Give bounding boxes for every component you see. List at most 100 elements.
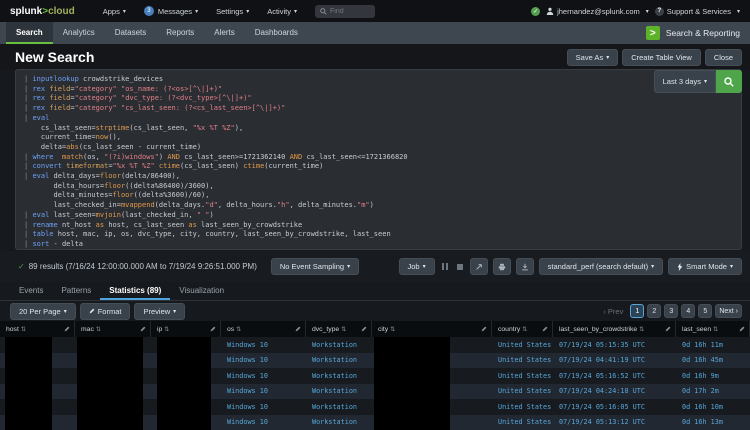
- cell-last_seen[interactable]: 0d 16h 11m: [676, 337, 750, 353]
- preview-button[interactable]: Preview ▾: [134, 303, 185, 320]
- sort-icon: ⇅: [21, 327, 26, 333]
- appbar-tab-dashboards[interactable]: Dashboards: [245, 22, 308, 44]
- cell-country[interactable]: United States: [492, 384, 553, 400]
- results-tab-patterns[interactable]: Patterns: [52, 282, 100, 300]
- query-token: rex: [32, 85, 45, 93]
- search-query-editor[interactable]: | inputlookup crowdstrike_devices| rex f…: [15, 69, 742, 250]
- find-input[interactable]: [330, 8, 370, 15]
- results-tab-events[interactable]: Events: [10, 282, 52, 300]
- per-page-button[interactable]: 20 Per Page ▾: [10, 303, 76, 320]
- export-download-icon: [521, 263, 529, 271]
- cell-last_seen_by_crowdstrike[interactable]: 07/19/24 05:13:12 UTC: [553, 415, 676, 430]
- export-job-button[interactable]: [516, 258, 534, 275]
- cell-dvc_type[interactable]: Workstation: [306, 368, 372, 384]
- nav-settings-menu[interactable]: Settings ▾: [216, 7, 249, 16]
- column-label: mac⇅: [81, 326, 101, 333]
- cell-country[interactable]: United States: [492, 368, 553, 384]
- caret-down-icon: ▾: [704, 78, 707, 85]
- cell-dvc_type[interactable]: Workstation: [306, 353, 372, 369]
- print-job-button[interactable]: [493, 258, 511, 275]
- cell-last_seen_by_crowdstrike[interactable]: 07/19/24 04:24:18 UTC: [553, 384, 676, 400]
- page-button-5[interactable]: 5: [698, 304, 712, 318]
- column-header-last_seen[interactable]: last_seen⇅: [676, 321, 750, 337]
- query-token: field: [49, 94, 70, 102]
- results-tab-statistics-89[interactable]: Statistics (89): [100, 282, 170, 300]
- cell-country[interactable]: United States: [492, 337, 553, 353]
- pause-job-button[interactable]: [442, 263, 448, 270]
- column-header-ip[interactable]: ip⇅: [151, 321, 221, 337]
- cell-last_seen_by_crowdstrike[interactable]: 07/19/24 05:15:35 UTC: [553, 337, 676, 353]
- query-token: convert: [32, 162, 62, 170]
- column-header-city[interactable]: city⇅: [372, 321, 492, 337]
- prev-page-button[interactable]: ‹ Prev: [603, 307, 623, 316]
- column-header-host[interactable]: host⇅: [0, 321, 75, 337]
- next-page-button[interactable]: Next ›: [715, 304, 742, 318]
- page-button-3[interactable]: 3: [664, 304, 678, 318]
- stop-job-button[interactable]: [457, 264, 463, 270]
- cell-dvc_type[interactable]: Workstation: [306, 384, 372, 400]
- appbar-tab-search[interactable]: Search: [6, 22, 53, 44]
- cell-last_seen[interactable]: 0d 16h 45m: [676, 353, 750, 369]
- cell-country[interactable]: United States: [492, 399, 553, 415]
- format-button[interactable]: Format: [80, 303, 131, 320]
- smart-mode-button[interactable]: Smart Mode ▾: [668, 258, 742, 275]
- appbar-tab-analytics[interactable]: Analytics: [53, 22, 105, 44]
- cell-dvc_type[interactable]: Workstation: [306, 399, 372, 415]
- query-line-11: | eval delta_days=floor(delta/86400),: [24, 172, 741, 182]
- cell-os[interactable]: Windows 10: [221, 353, 306, 369]
- column-header-dvc_type[interactable]: dvc_type⇅: [306, 321, 372, 337]
- page-button-1[interactable]: 1: [630, 304, 644, 318]
- cell-last_seen[interactable]: 0d 17h 2m: [676, 384, 750, 400]
- query-token: last_checked_in=: [24, 201, 121, 209]
- page-button-4[interactable]: 4: [681, 304, 695, 318]
- time-range-button[interactable]: Last 3 days ▾: [654, 70, 716, 93]
- query-token: host, mac, ip, os, dvc_type, city, count…: [54, 230, 391, 238]
- cell-last_seen[interactable]: 0d 16h 9m: [676, 368, 750, 384]
- cell-last_seen[interactable]: 0d 16h 13m: [676, 415, 750, 430]
- query-line-5: | eval: [24, 114, 741, 124]
- create-table-view-button[interactable]: Create Table View: [622, 49, 701, 66]
- cell-dvc_type[interactable]: Workstation: [306, 337, 372, 353]
- query-token: last_seen=: [49, 211, 95, 219]
- cell-os[interactable]: Windows 10: [221, 399, 306, 415]
- cell-os[interactable]: Windows 10: [221, 337, 306, 353]
- find-search-box[interactable]: [315, 5, 375, 18]
- pencil-icon: [140, 326, 146, 332]
- nav-apps-menu[interactable]: Apps ▾: [103, 7, 126, 16]
- cell-dvc_type[interactable]: Workstation: [306, 415, 372, 430]
- query-token: ctime: [243, 162, 264, 170]
- cell-os[interactable]: Windows 10: [221, 384, 306, 400]
- appbar-tab-reports[interactable]: Reports: [156, 22, 204, 44]
- cell-last_seen[interactable]: 0d 16h 10m: [676, 399, 750, 415]
- cell-last_seen_by_crowdstrike[interactable]: 07/19/24 05:16:05 UTC: [553, 399, 676, 415]
- pencil-icon: [64, 326, 70, 332]
- column-header-last_seen_by_crowdstrike[interactable]: last_seen_by_crowdstrike⇅: [553, 321, 676, 337]
- cell-last_seen_by_crowdstrike[interactable]: 07/19/24 04:41:19 UTC: [553, 353, 676, 369]
- nav-messages-menu[interactable]: 3 Messages ▾: [144, 6, 198, 16]
- results-tab-visualization[interactable]: Visualization: [170, 282, 233, 300]
- save-as-button[interactable]: Save As ▾: [567, 49, 619, 66]
- page-button-2[interactable]: 2: [647, 304, 661, 318]
- cell-os[interactable]: Windows 10: [221, 415, 306, 430]
- job-menu-button[interactable]: Job ▾: [399, 258, 435, 275]
- support-menu[interactable]: ? Support & Services ▾: [655, 7, 740, 16]
- event-sampling-button[interactable]: No Event Sampling ▾: [271, 258, 359, 275]
- appbar-tab-datasets[interactable]: Datasets: [105, 22, 157, 44]
- cell-country[interactable]: United States: [492, 415, 553, 430]
- cell-country[interactable]: United States: [492, 353, 553, 369]
- share-job-button[interactable]: [470, 258, 488, 275]
- nav-activity-menu[interactable]: Activity ▾: [267, 7, 297, 16]
- splunk-cloud-logo[interactable]: splunk>cloud: [10, 6, 75, 17]
- health-status-icon[interactable]: ✓: [531, 7, 540, 16]
- query-token: "(?i)windows": [104, 153, 159, 161]
- column-header-mac[interactable]: mac⇅: [75, 321, 151, 337]
- search-mode-config-button[interactable]: standard_perf (search default) ▾: [539, 258, 664, 275]
- run-search-button[interactable]: [716, 70, 742, 93]
- close-button[interactable]: Close: [705, 49, 742, 66]
- cell-os[interactable]: Windows 10: [221, 368, 306, 384]
- cell-last_seen_by_crowdstrike[interactable]: 07/19/24 05:16:52 UTC: [553, 368, 676, 384]
- appbar-tab-alerts[interactable]: Alerts: [204, 22, 244, 44]
- column-header-os[interactable]: os⇅: [221, 321, 306, 337]
- column-header-country[interactable]: country⇅: [492, 321, 553, 337]
- user-menu[interactable]: jhernandez@splunk.com ▾: [546, 7, 649, 16]
